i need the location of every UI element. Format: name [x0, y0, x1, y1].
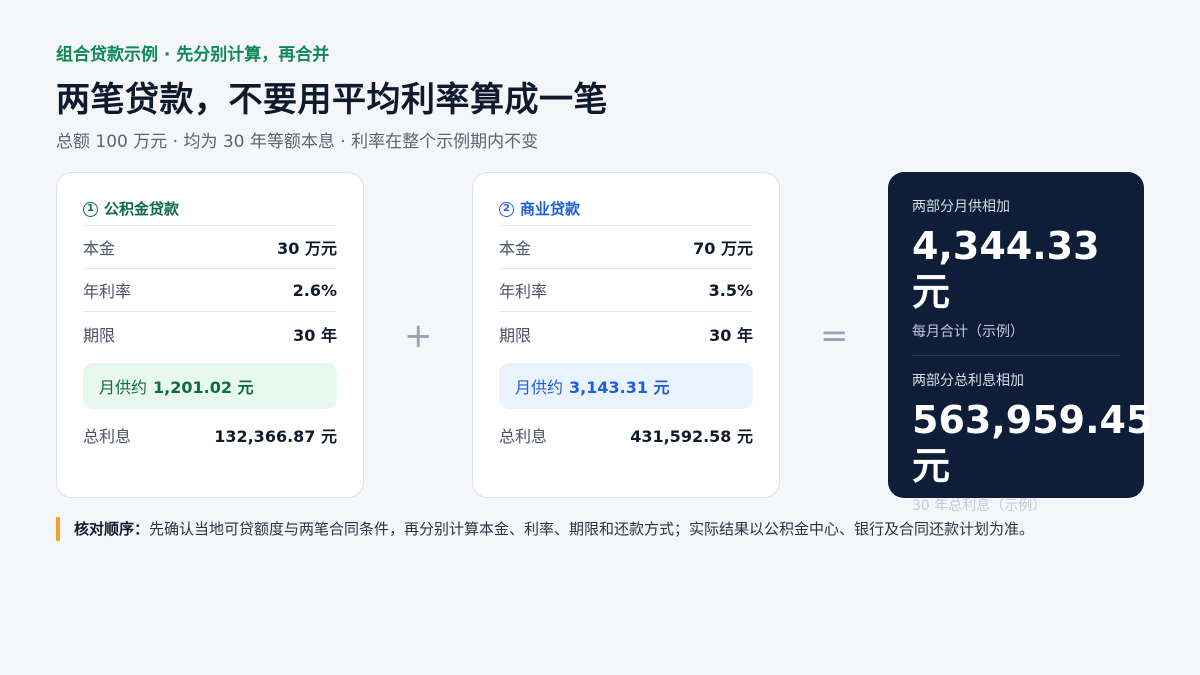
row-total-interest: 总利息 431,592.58 元 [499, 413, 753, 456]
summary-card: 两部分月供相加 4,344.33 元 每月合计（示例） 两部分总利息相加 563… [888, 172, 1153, 514]
interest-sum-note: 30 年总利息（示例） [912, 498, 1047, 515]
row-value: 132,366.87 元 [214, 426, 337, 446]
monthly-sum-label: 两部分月供相加 [912, 199, 1010, 215]
row-label: 期限 [83, 325, 116, 345]
card-header: 2 商业贷款 [499, 193, 753, 226]
interest-sum-label: 两部分总利息相加 [912, 373, 1024, 390]
row-label: 本金 [499, 239, 532, 258]
row-label: 总利息 [499, 426, 548, 446]
monthly-sum-note: 每月合计（示例） [912, 324, 1024, 341]
eyebrow-text: 组合贷款示例 · 先分别计算，再合并 [56, 45, 330, 65]
payment-label: 月供约 [99, 378, 148, 397]
row-value: 30 万元 [277, 239, 337, 258]
row-value: 431,592.58 元 [630, 426, 753, 446]
row-label: 期限 [499, 325, 532, 345]
row-principal: 本金 70 万元 [499, 226, 753, 269]
row-value: 30 年 [293, 325, 337, 345]
card-commercial-loan: 2 商业贷款 本金 70 万元 年利率 3.5% 期限 30 年 月供约 3,1… [472, 172, 780, 498]
row-term: 期限 30 年 [83, 312, 337, 355]
page-subtitle: 总额 100 万元 · 均为 30 年等额本息 · 利率在整个示例期内不变 [56, 132, 539, 152]
card-title: 公积金贷款 [104, 200, 180, 218]
row-total-interest: 总利息 132,366.87 元 [83, 413, 337, 456]
monthly-payment-box: 月供约 1,201.02 元 [83, 363, 337, 409]
payment-value: 3,143.31 元 [569, 378, 670, 397]
card-title: 商业贷款 [520, 200, 581, 218]
monthly-sum-value: 4,344.33 元 [912, 224, 1100, 314]
row-label: 年利率 [83, 282, 132, 301]
monthly-payment-box: 月供约 3,143.31 元 [499, 363, 753, 409]
row-label: 总利息 [83, 426, 132, 446]
row-value: 3.5% [708, 280, 753, 300]
row-value: 70 万元 [693, 239, 753, 258]
footnote-key: 核对顺序： [74, 520, 150, 538]
row-principal: 本金 30 万元 [83, 226, 337, 269]
payment-value: 1,201.02 元 [153, 378, 254, 397]
row-value: 30 年 [709, 325, 753, 345]
equals-sign: = [820, 316, 849, 356]
number-one-badge: 1 [83, 201, 98, 217]
row-rate: 年利率 3.5% [499, 269, 753, 312]
plus-sign: + [404, 316, 433, 356]
card-provident-fund-loan: 1 公积金贷款 本金 30 万元 年利率 2.6% 期限 30 年 月供约 1,… [56, 172, 364, 498]
summary-divider [912, 355, 1120, 357]
card-header: 1 公积金贷款 [83, 193, 337, 226]
row-label: 本金 [83, 239, 116, 258]
footnote: 核对顺序：先确认当地可贷额度与两笔合同条件，再分别计算本金、利率、期限和还款方式… [56, 517, 1034, 541]
row-value: 2.6% [292, 280, 337, 300]
row-rate: 年利率 2.6% [83, 269, 337, 312]
payment-label: 月供约 [515, 378, 564, 397]
row-label: 年利率 [499, 282, 548, 301]
interest-sum-value: 563,959.45 元 [912, 398, 1153, 488]
row-term: 期限 30 年 [499, 312, 753, 355]
footnote-text: 先确认当地可贷额度与两笔合同条件，再分别计算本金、利率、期限和还款方式；实际结果… [149, 520, 1035, 538]
number-two-badge: 2 [499, 201, 514, 217]
page-title: 两笔贷款，不要用平均利率算成一笔 [56, 80, 608, 120]
